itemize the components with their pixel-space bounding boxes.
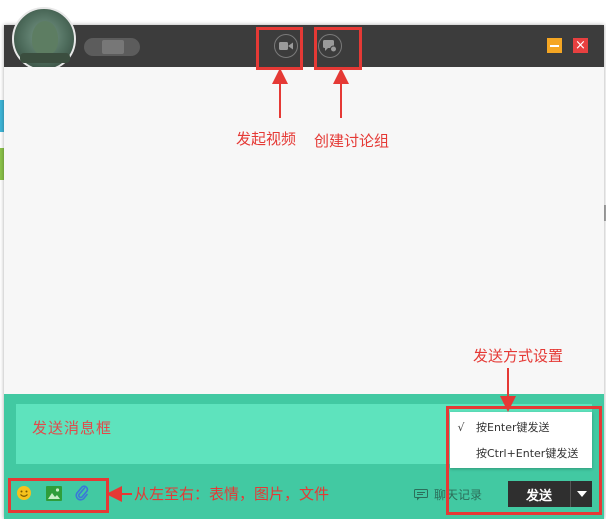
- annotation-tools-label: 从左至右：表情，图片，文件: [134, 485, 330, 503]
- annotation-box-group: [314, 27, 362, 70]
- annotation-video-label: 发起视频: [236, 130, 297, 148]
- message-input-placeholder: 发送消息框: [32, 419, 113, 437]
- avatar-image: [32, 21, 58, 55]
- screenshot: × 发送消息框 √ 按Enter键发送 按Ctrl+Enter键发送 聊天记录 …: [0, 0, 606, 519]
- avatar-image-ground: [20, 53, 70, 63]
- contact-avatar[interactable]: [12, 7, 76, 71]
- close-button[interactable]: ×: [573, 38, 588, 53]
- minimize-button[interactable]: [547, 38, 562, 53]
- annotation-group-label: 创建讨论组: [314, 132, 390, 150]
- annotation-send-mode-label: 发送方式设置: [473, 347, 564, 365]
- minimize-icon: [550, 44, 559, 47]
- chat-history-icon: [414, 488, 428, 500]
- annotation-box-tools: [8, 478, 109, 513]
- title-bar[interactable]: ×: [4, 7, 604, 71]
- annotation-box-video: [256, 27, 303, 70]
- close-icon: ×: [575, 38, 586, 53]
- contact-name: [84, 38, 140, 56]
- annotation-box-send-mode: [446, 406, 602, 515]
